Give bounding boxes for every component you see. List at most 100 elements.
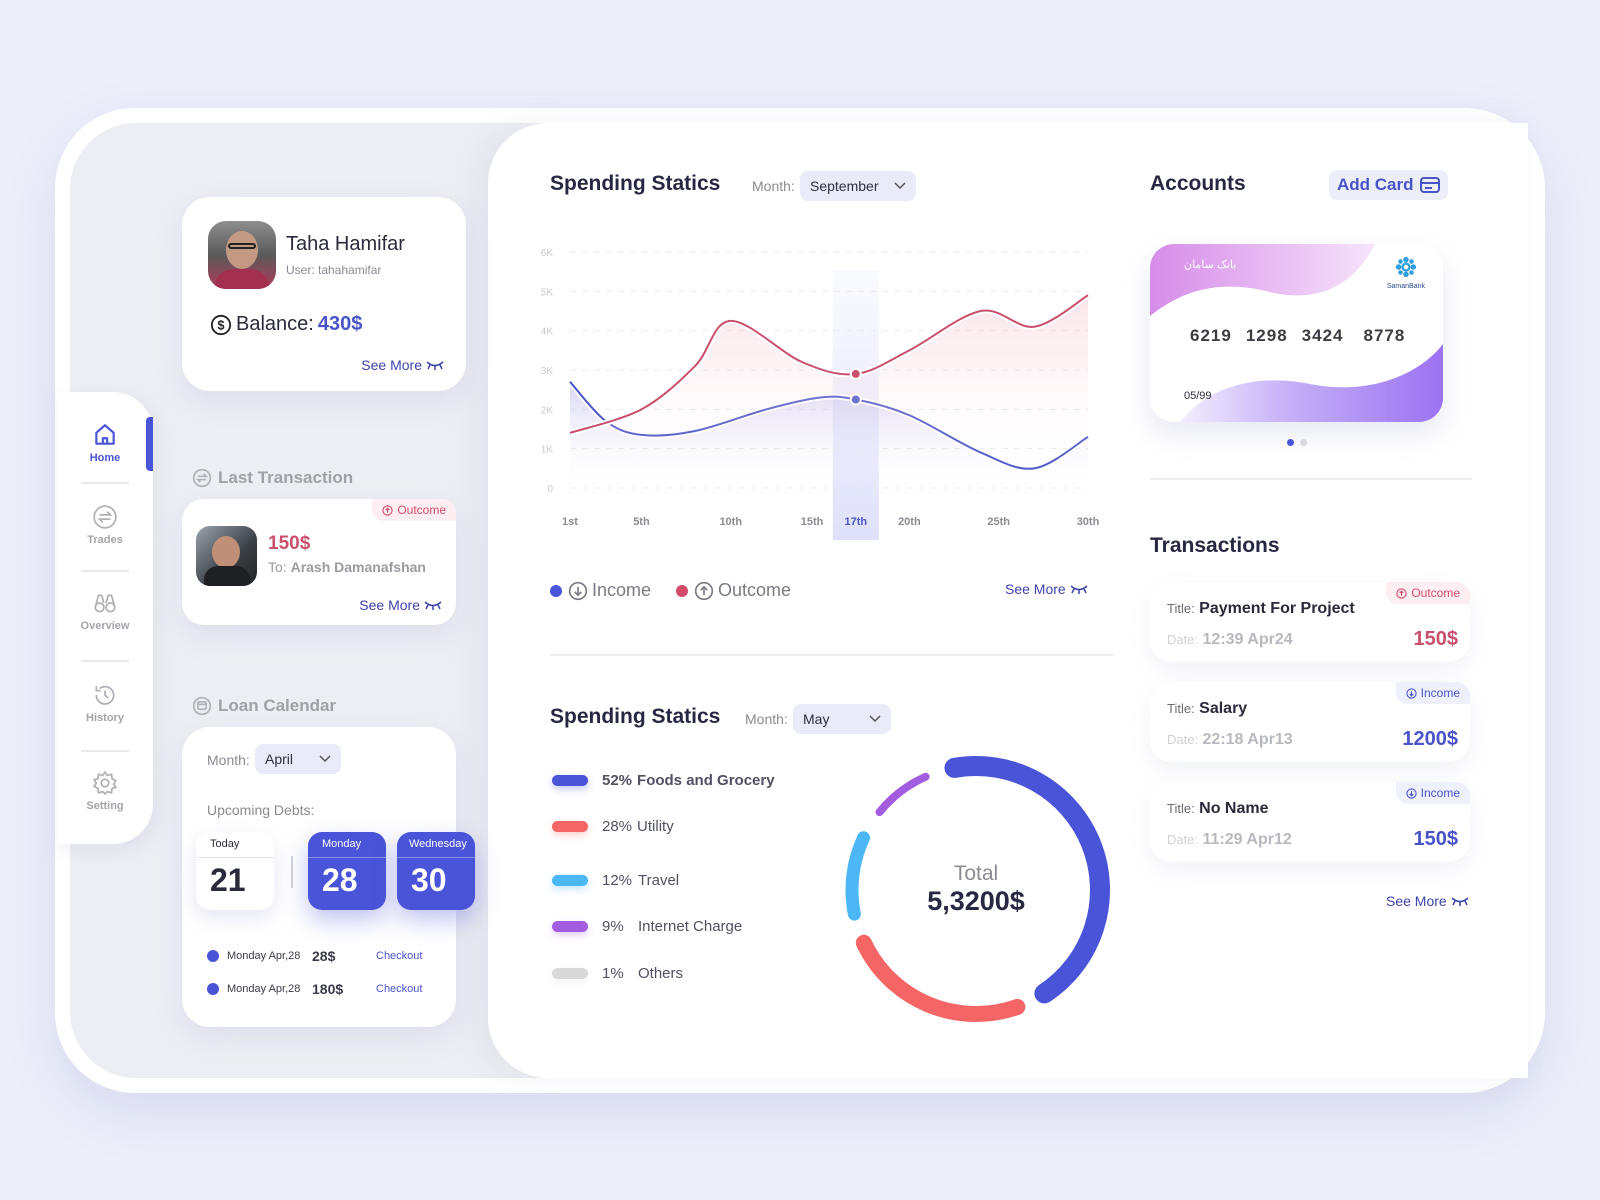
loan-calendar-heading: Loan Calendar [192, 696, 336, 716]
divider [81, 750, 129, 752]
divider [81, 660, 129, 662]
donut-center: Total 5,3200$ [876, 862, 1076, 917]
arrow-up-circle-icon [1396, 587, 1407, 599]
x-tick-label: 17th [844, 516, 867, 528]
legend-swatch [552, 875, 588, 886]
debt-amount: 28$ [312, 948, 336, 964]
donut-slice-travel[interactable] [845, 831, 871, 921]
arrow-up-circle-icon [382, 504, 393, 516]
checkout-link[interactable]: Checkout [376, 950, 422, 962]
add-card-label: Add Card [1337, 175, 1414, 194]
last-transaction-card[interactable]: Outcome 150$ To: Arash Damanafshan See M… [182, 499, 456, 625]
day-monday[interactable]: Monday 28 [308, 832, 386, 910]
card-number-group: 8778 [1363, 326, 1406, 345]
history-icon [95, 685, 115, 705]
transaction-amount: 150$ [1413, 628, 1459, 650]
day-name: Today [196, 832, 274, 858]
sidebar-item-trades[interactable]: Trades [57, 504, 153, 546]
title-value: No Name [1199, 800, 1269, 817]
date-value: 22:18 Apr13 [1202, 731, 1293, 748]
title-value: Salary [1199, 700, 1248, 717]
day-name: Monday [308, 832, 386, 858]
avatar [208, 221, 276, 289]
transactions-title: Transactions [1150, 534, 1280, 557]
sidebar-item-label: Overview [80, 620, 130, 632]
sidebar-item-label: Trades [87, 534, 123, 546]
upcoming-label: Upcoming Debts: [207, 802, 315, 818]
see-more-link[interactable]: See More [1005, 581, 1088, 597]
calendar-icon [192, 696, 212, 716]
month-value: April [265, 751, 294, 767]
legend-item: 9% Internet Charge [552, 918, 742, 935]
bank-card[interactable]: بانک سامان SamanBank 6219 1298 3424 8778… [1150, 244, 1443, 422]
badge-label: Outcome [397, 503, 446, 517]
debt-list: Monday Apr,28 28$ Checkout Monday Apr,28… [207, 948, 457, 1018]
eye-closed-icon [1070, 585, 1088, 594]
user-name: Taha Hamifar [286, 233, 405, 255]
card-number-group: 1298 [1245, 326, 1288, 345]
transaction-row[interactable]: Income Title: Salary Date: 22:18 Apr13 1… [1150, 682, 1470, 762]
recipient: To: Arash Damanafshan [268, 559, 426, 575]
bank-logo: SamanBank [1387, 256, 1425, 290]
month-value: May [803, 711, 830, 727]
income-dot [550, 584, 562, 597]
badge-label: Income [1420, 786, 1460, 800]
swap-icon [93, 505, 117, 529]
sidebar-item-overview[interactable]: Overview [57, 590, 153, 632]
legend-swatch [552, 821, 588, 832]
checkout-link[interactable]: Checkout [376, 983, 422, 995]
transaction-row[interactable]: Income Title: No Name Date: 11:29 Apr12 … [1150, 782, 1470, 862]
total-value: 5,3200$ [927, 886, 1025, 916]
balance-value: 430$ [317, 313, 363, 335]
legend-income: Income [550, 580, 651, 601]
see-more-link[interactable]: See More [1386, 893, 1469, 909]
binoculars-icon [94, 594, 116, 613]
donut-slice-internet-charge[interactable] [875, 772, 930, 817]
arrow-up-circle-icon [694, 581, 714, 600]
legend-swatch [552, 921, 588, 932]
chevron-down-icon [869, 715, 881, 723]
donut-slice-utility[interactable] [855, 934, 1026, 1022]
bank-name-fa: بانک سامان [1184, 259, 1237, 271]
sidebar-item-label: Setting [86, 800, 124, 812]
profile-card: Taha Hamifar User: tahahamifar $ Balance… [182, 197, 466, 391]
status-dot [207, 983, 219, 995]
debt-amount: 180$ [312, 981, 344, 997]
legend-percent: 1% [602, 965, 624, 982]
gear-icon [92, 770, 118, 796]
card-number-group: 3424 [1301, 326, 1344, 345]
day-today[interactable]: Today 21 [196, 832, 274, 910]
day-wednesday[interactable]: Wednesday 30 [397, 832, 475, 910]
transaction-row[interactable]: Outcome Title: Payment For Project Date:… [1150, 582, 1470, 662]
debt-date: Monday Apr,28 [227, 983, 301, 995]
date-label: Date: [1167, 732, 1199, 747]
transaction-title: Title: No Name [1167, 800, 1269, 818]
divider [550, 654, 1113, 656]
debt-row: Monday Apr,28 28$ Checkout [207, 948, 457, 964]
sidebar-item-home[interactable]: Home [57, 422, 153, 464]
sidebar-item-label: History [86, 712, 124, 724]
chevron-down-icon [894, 182, 906, 190]
legend-item: 1% Others [552, 965, 683, 982]
username: User: tahahamifar [286, 263, 382, 277]
month-select[interactable]: May [793, 704, 891, 734]
page-dot[interactable] [1300, 439, 1307, 446]
outcome-badge: Outcome [372, 499, 456, 521]
sidebar-item-setting[interactable]: Setting [57, 770, 153, 812]
last-transaction-heading: Last Transaction [192, 468, 353, 488]
title-label: Title: [1167, 801, 1195, 816]
page-dot-active[interactable] [1287, 439, 1294, 446]
sidebar-item-history[interactable]: History [57, 682, 153, 724]
title-label: Title: [1167, 701, 1195, 716]
add-card-button[interactable]: Add Card [1329, 170, 1448, 200]
month-select[interactable]: April [255, 744, 341, 774]
see-more-label: See More [359, 597, 420, 613]
card-expiry: 05/99 [1184, 390, 1212, 402]
month-select[interactable]: September [800, 171, 916, 201]
month-label: Month: [207, 752, 250, 768]
legend-label: Income [592, 580, 652, 600]
see-more-link[interactable]: See More [359, 597, 442, 613]
see-more-label: See More [1005, 581, 1066, 597]
see-more-link[interactable]: See More [361, 357, 444, 373]
transaction-date: Date: 12:39 Apr24 [1167, 631, 1293, 649]
